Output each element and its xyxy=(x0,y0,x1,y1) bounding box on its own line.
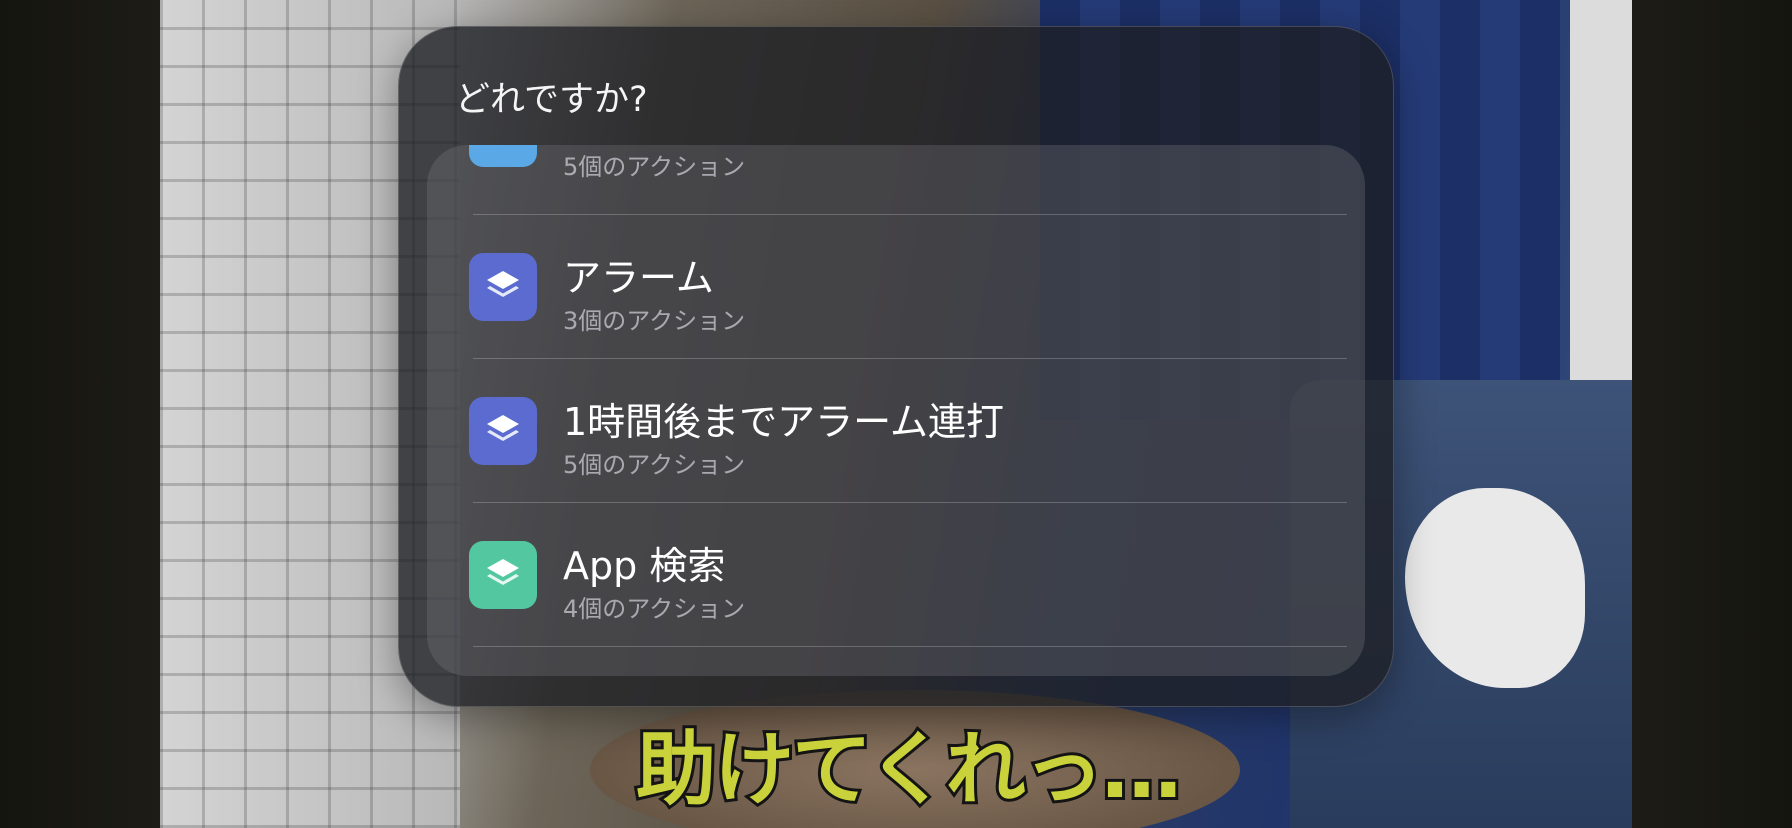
shortcut-name: アラーム xyxy=(563,256,714,300)
shortcut-row[interactable]: アラーム 3個のアクション xyxy=(427,215,1365,359)
shortcut-action-count: 5個のアクション xyxy=(563,153,746,181)
dialog-title: どれですか? xyxy=(455,80,648,120)
shortcut-action-count: 4個のアクション xyxy=(563,595,746,623)
video-caption: 助けてくれっ… xyxy=(633,720,1185,819)
shortcut-row[interactable]: App 検索 4個のアクション xyxy=(427,503,1365,647)
shortcut-stack-icon xyxy=(469,253,537,321)
shortcut-action-count: 3個のアクション xyxy=(563,307,746,335)
shortcut-row[interactable]: 5個のアクション xyxy=(427,145,1365,205)
shortcut-name: 1時間後までアラーム連打 xyxy=(563,400,1005,444)
shortcut-row[interactable]: 編集 xyxy=(427,647,1365,676)
shortcut-list[interactable]: 5個のアクション アラーム 3個のアクション 1時間後までアラーム連打 5個のア… xyxy=(427,145,1365,676)
shortcut-stack-icon xyxy=(469,541,537,609)
letterbox-right xyxy=(1632,0,1792,828)
shortcut-picker-dialog: どれですか? 5個のアクション アラーム 3個のアクション 1時間後までアラーム… xyxy=(398,26,1394,707)
shortcut-name: App 検索 xyxy=(563,544,726,588)
shortcut-stack-icon xyxy=(469,397,537,465)
shortcut-row[interactable]: 1時間後までアラーム連打 5個のアクション xyxy=(427,359,1365,503)
shortcut-stack-icon xyxy=(469,145,537,167)
letterbox-left xyxy=(0,0,160,828)
shortcut-action-count: 5個のアクション xyxy=(563,451,746,479)
